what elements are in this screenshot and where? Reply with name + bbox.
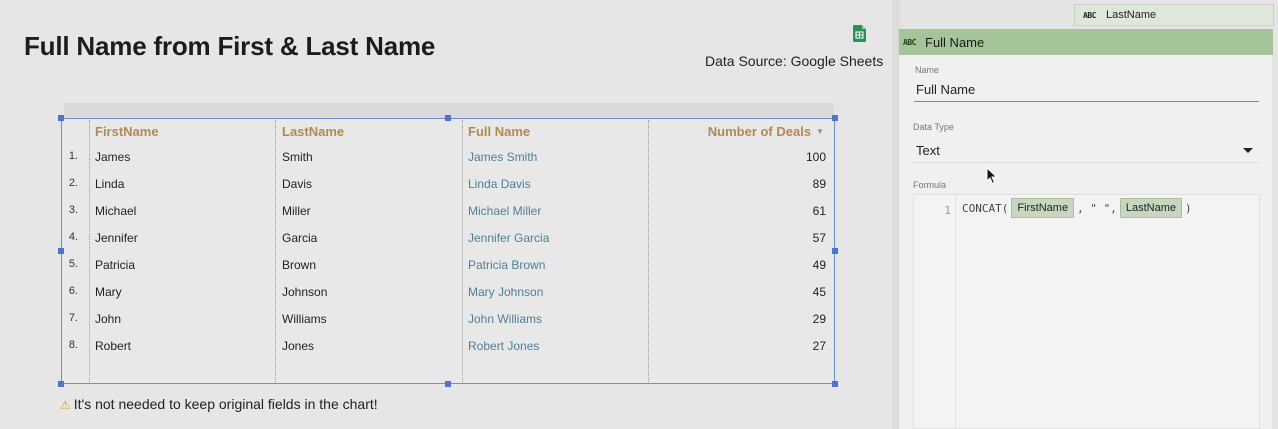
formula-code[interactable]: CONCAT( FirstName , " ", LastName ) <box>961 198 1193 218</box>
data-type-value: Text <box>916 143 940 158</box>
cell-deals: 89 <box>812 177 826 191</box>
field-chip-lastname[interactable]: ABC LastName <box>1074 4 1274 26</box>
cell-deals: 100 <box>805 150 826 164</box>
resize-handle[interactable] <box>58 381 64 387</box>
row-number: 4. <box>68 231 78 243</box>
calculated-field-panel: ABC Full Name Name Data Type Text Formul… <box>898 29 1273 429</box>
row-number: 5. <box>68 258 78 270</box>
cell-lastname: Miller <box>282 204 311 218</box>
mouse-pointer-icon <box>986 167 998 185</box>
cell-fullname: Mary Johnson <box>468 285 544 299</box>
resize-handle[interactable] <box>445 381 451 387</box>
column-divider <box>462 120 463 382</box>
line-number: 1 <box>944 204 951 217</box>
cell-firstname: John <box>95 312 122 326</box>
column-header-deals[interactable]: Number of Deals ▼ <box>708 124 824 139</box>
line-gutter: 1 <box>914 195 956 428</box>
resize-handle[interactable] <box>58 248 64 254</box>
resize-handle[interactable] <box>832 115 838 121</box>
cell-lastname: Davis <box>282 177 313 191</box>
cell-fullname: Linda Davis <box>468 177 531 191</box>
cell-firstname: Linda <box>95 177 125 191</box>
google-sheets-icon <box>853 25 866 42</box>
resize-handle[interactable] <box>832 248 838 254</box>
row-number: 2. <box>68 177 78 189</box>
column-header-deals-label: Number of Deals <box>707 124 812 139</box>
cell-lastname: Brown <box>282 258 317 272</box>
resize-handle[interactable] <box>58 115 64 121</box>
cell-fullname: Robert Jones <box>468 339 540 353</box>
text-type-icon: ABC <box>1083 11 1096 20</box>
cell-fullname: John Williams <box>468 312 543 326</box>
cell-deals: 29 <box>812 312 826 326</box>
column-header-firstname[interactable]: FirstName <box>95 124 159 139</box>
cell-fullname: Patricia Brown <box>468 258 546 272</box>
row-number: 8. <box>68 339 78 351</box>
column-divider <box>275 120 276 382</box>
resize-handle[interactable] <box>445 115 451 121</box>
column-header-fullname[interactable]: Full Name <box>468 124 530 139</box>
cell-firstname: James <box>95 150 131 164</box>
formula-separator: , " ", <box>1077 201 1117 215</box>
formula-function: CONCAT( <box>962 201 1009 215</box>
column-divider <box>89 120 90 382</box>
formula-label: Formula <box>913 180 947 190</box>
cell-lastname: Johnson <box>282 285 328 299</box>
warning-icon: ⚠ <box>60 398 71 412</box>
cell-deals: 49 <box>812 258 826 272</box>
text-type-icon: ABC <box>903 38 916 47</box>
field-panel-title: Full Name <box>925 35 985 50</box>
name-label: Name <box>915 65 940 75</box>
formula-close-paren: ) <box>1184 201 1192 215</box>
column-divider <box>648 120 649 382</box>
cell-firstname: Robert <box>95 339 132 353</box>
cell-deals: 57 <box>812 231 826 245</box>
resize-handle[interactable] <box>832 381 838 387</box>
field-chip-label: LastName <box>1106 9 1157 21</box>
cell-firstname: Jennifer <box>95 231 138 245</box>
data-type-label: Data Type <box>913 122 954 132</box>
cell-firstname: Michael <box>95 204 137 218</box>
row-number: 6. <box>68 285 78 297</box>
warning-note-text: It's not needed to keep original fields … <box>73 396 378 412</box>
cell-lastname: Smith <box>282 150 313 164</box>
formula-field-chip-lastname[interactable]: LastName <box>1119 198 1182 218</box>
cell-fullname: Jennifer Garcia <box>468 231 550 245</box>
formula-editor[interactable]: 1 CONCAT( FirstName , " ", LastName ) <box>913 194 1260 429</box>
report-title[interactable]: Full Name from First & Last Name <box>24 31 435 62</box>
cell-fullname: Michael Miller <box>468 204 542 218</box>
cell-lastname: Garcia <box>282 231 318 245</box>
cell-firstname: Patricia <box>95 258 136 272</box>
formula-field-chip-firstname[interactable]: FirstName <box>1011 198 1075 218</box>
data-type-select[interactable]: Text <box>913 137 1259 163</box>
dropdown-caret-icon <box>1243 148 1253 153</box>
cell-lastname: Jones <box>282 339 315 353</box>
cell-deals: 61 <box>812 204 826 218</box>
field-panel-header[interactable]: ABC Full Name <box>899 29 1273 55</box>
table-chart[interactable]: FirstName LastName Full Name Number of D… <box>58 115 838 387</box>
row-number: 1. <box>68 150 78 162</box>
column-header-lastname[interactable]: LastName <box>282 124 344 139</box>
cell-deals: 27 <box>812 339 826 353</box>
cell-lastname: Williams <box>282 312 327 326</box>
field-name-input[interactable] <box>914 78 1259 102</box>
row-number: 3. <box>68 204 78 216</box>
cell-firstname: Mary <box>95 285 122 299</box>
cell-fullname: James Smith <box>468 150 538 164</box>
cell-deals: 45 <box>812 285 826 299</box>
row-number: 7. <box>68 312 78 324</box>
warning-note: ⚠ It's not needed to keep original fields… <box>60 396 378 412</box>
data-source-label: Data Source: Google Sheets <box>705 53 884 69</box>
sort-descending-icon[interactable]: ▼ <box>816 127 824 136</box>
